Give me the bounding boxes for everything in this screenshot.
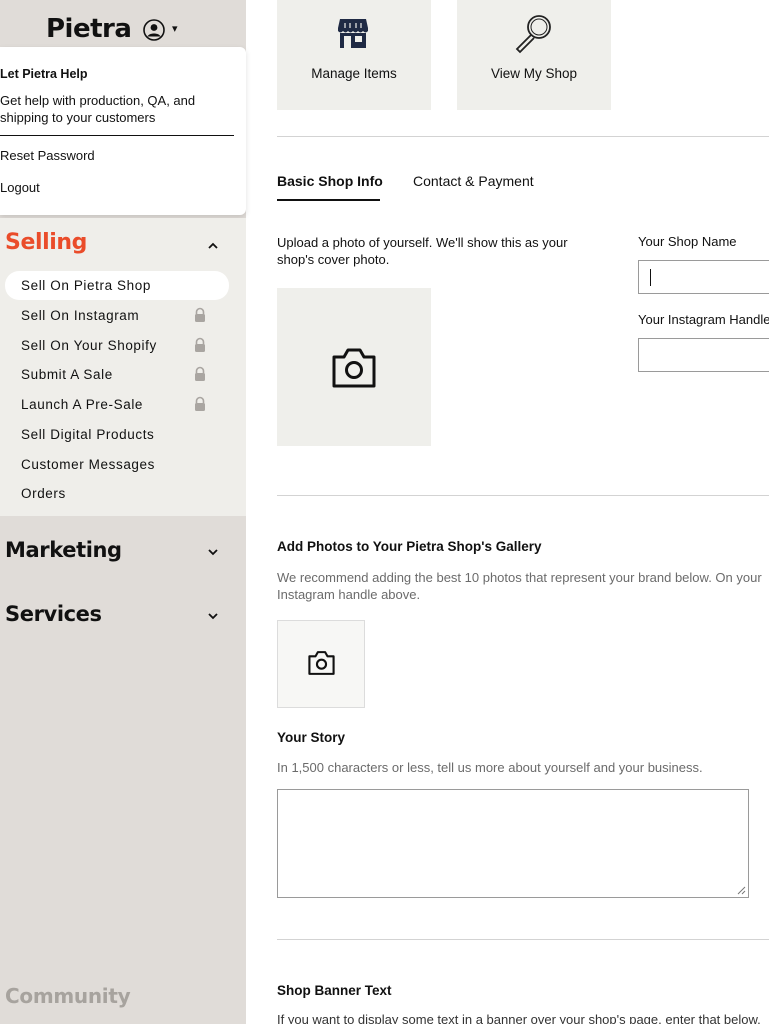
text-cursor — [650, 269, 651, 286]
sidebar-item-submit-a-sale[interactable]: Submit A Sale — [5, 360, 229, 389]
chevron-down-icon[interactable] — [208, 548, 218, 556]
shop-name-input[interactable] — [638, 260, 769, 294]
lock-icon — [195, 307, 205, 322]
storefront-icon — [338, 19, 368, 48]
sidebar-item-customer-messages[interactable]: Customer Messages — [5, 450, 229, 479]
tab-basic-shop-info[interactable]: Basic Shop Info — [277, 173, 383, 189]
selling-section-title[interactable]: Selling — [5, 230, 87, 255]
sidebar-item-launch-a-pre-sale[interactable]: Launch A Pre-Sale — [5, 390, 229, 419]
help-menu-title[interactable]: Let Pietra Help — [0, 67, 88, 81]
magnifier-icon — [515, 15, 551, 54]
instagram-handle-input[interactable] — [638, 338, 769, 372]
chevron-up-icon[interactable] — [208, 242, 218, 250]
instagram-handle-label: Your Instagram Handle — [638, 312, 769, 327]
sidebar-item-label: Orders — [21, 486, 66, 501]
sidebar-item-label: Customer Messages — [21, 457, 155, 472]
selling-section: Selling Sell On Pietra Shop Sell On Inst… — [0, 218, 246, 516]
sidebar-item-label: Sell On Your Shopify — [21, 338, 157, 353]
sidebar: Pietra ▾ Let Pietra Help Get help with p… — [0, 0, 246, 1024]
chevron-down-icon[interactable] — [208, 612, 218, 620]
cover-photo-upload[interactable] — [277, 288, 431, 446]
shop-banner-description: If you want to display some text in a ba… — [277, 1012, 761, 1024]
shop-name-label: Your Shop Name — [638, 234, 737, 249]
sidebar-item-sell-on-pietra-shop[interactable]: Sell On Pietra Shop — [5, 271, 229, 300]
view-my-shop-label: View My Shop — [490, 66, 578, 81]
pietra-logo[interactable]: Pietra — [46, 14, 132, 44]
user-dropdown-menu: Let Pietra Help Get help with production… — [0, 47, 246, 215]
camera-icon — [332, 348, 376, 388]
help-menu-description[interactable]: Get help with production, QA, and shippi… — [0, 92, 200, 126]
sidebar-item-label: Launch A Pre-Sale — [21, 397, 144, 412]
logo-row: Pietra ▾ — [0, 12, 246, 48]
gallery-title: Add Photos to Your Pietra Shop's Gallery — [277, 539, 542, 554]
dropdown-divider — [0, 135, 234, 136]
services-section-title[interactable]: Services — [5, 602, 102, 626]
gallery-photo-upload[interactable] — [277, 620, 365, 708]
sidebar-item-orders[interactable]: Orders — [5, 479, 229, 508]
your-story-description: In 1,500 characters or less, tell us mor… — [277, 760, 703, 775]
resize-handle-icon[interactable] — [735, 884, 746, 895]
active-tab-underline — [277, 199, 380, 201]
lock-icon — [195, 366, 205, 381]
lock-icon — [195, 396, 205, 411]
view-my-shop-tile[interactable]: View My Shop — [457, 0, 611, 110]
sidebar-item-label: Sell On Pietra Shop — [21, 278, 151, 293]
sidebar-item-label: Sell On Instagram — [21, 308, 140, 323]
manage-items-tile[interactable]: Manage Items — [277, 0, 431, 110]
sidebar-item-sell-digital-products[interactable]: Sell Digital Products — [5, 420, 229, 449]
camera-icon — [308, 651, 335, 675]
divider — [277, 939, 769, 940]
divider — [277, 136, 769, 137]
cover-photo-description: Upload a photo of yourself. We'll show t… — [277, 235, 568, 267]
sidebar-item-sell-on-your-shopify[interactable]: Sell On Your Shopify — [5, 331, 229, 360]
manage-items-label: Manage Items — [311, 66, 397, 81]
marketing-section-title[interactable]: Marketing — [5, 538, 122, 562]
community-section-title[interactable]: Community — [5, 984, 131, 1008]
gallery-description: We recommend adding the best 10 photos t… — [277, 570, 762, 602]
divider — [277, 495, 769, 496]
shop-banner-title: Shop Banner Text — [277, 983, 392, 998]
your-story-title: Your Story — [277, 730, 346, 745]
sidebar-item-label: Sell Digital Products — [21, 427, 155, 442]
sidebar-item-label: Submit A Sale — [21, 367, 113, 382]
user-menu-caret-icon[interactable]: ▾ — [172, 22, 178, 35]
logout-link[interactable]: Logout — [0, 180, 40, 195]
your-story-textarea[interactable] — [277, 789, 749, 898]
lock-icon — [195, 337, 205, 352]
user-avatar-icon[interactable] — [143, 19, 165, 41]
reset-password-link[interactable]: Reset Password — [0, 148, 95, 163]
sidebar-item-sell-on-instagram[interactable]: Sell On Instagram — [5, 301, 229, 330]
tab-contact-payment[interactable]: Contact & Payment — [413, 173, 534, 189]
